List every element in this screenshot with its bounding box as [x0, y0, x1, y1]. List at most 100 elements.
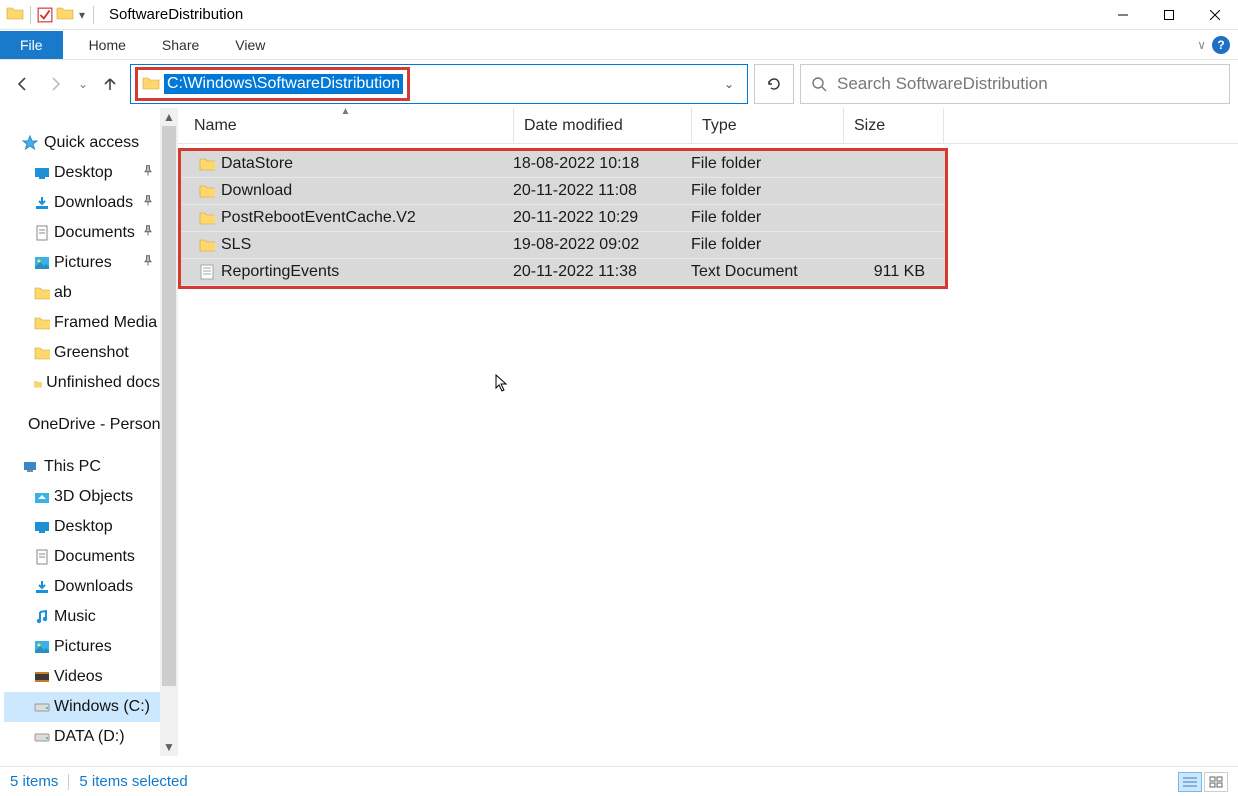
file-date: 20-11-2022 11:08: [513, 182, 691, 200]
file-size: 911 KB: [843, 263, 931, 281]
maximize-button[interactable]: [1146, 0, 1192, 30]
ribbon-tab-share[interactable]: Share: [144, 31, 217, 59]
nav-scrollbar[interactable]: ▲ ▼: [160, 108, 178, 756]
search-icon: [811, 76, 827, 92]
address-path-text[interactable]: C:\Windows\SoftwareDistribution: [164, 74, 403, 94]
minimize-button[interactable]: [1100, 0, 1146, 30]
title-bar: ▾ SoftwareDistribution: [0, 0, 1238, 30]
tree-thispc[interactable]: This PC: [4, 452, 160, 482]
col-header-date[interactable]: Date modified: [514, 108, 692, 144]
ribbon-tab-view[interactable]: View: [217, 31, 283, 59]
tree-qa-item[interactable]: Framed Media: [4, 308, 160, 338]
tree-qa-item[interactable]: Downloads: [4, 188, 160, 218]
file-type: File folder: [691, 182, 843, 200]
downloads-icon: [34, 195, 50, 211]
tree-qa-item[interactable]: ab: [4, 278, 160, 308]
drive-icon: [34, 699, 50, 715]
nav-forward-button[interactable]: [42, 70, 70, 98]
address-dropdown-icon[interactable]: ⌄: [715, 77, 743, 91]
folder-icon: [34, 345, 50, 361]
qat-dropdown-icon[interactable]: ▾: [77, 8, 87, 22]
file-row[interactable]: DataStore 18-08-2022 10:18 File folder: [181, 151, 945, 178]
pin-icon: [142, 164, 154, 182]
search-placeholder: Search SoftwareDistribution: [837, 74, 1048, 94]
tree-pc-item[interactable]: Windows (C:): [4, 692, 160, 722]
folder-icon: [199, 237, 215, 253]
ribbon: File Home Share View ∨ ?: [0, 30, 1238, 60]
search-box[interactable]: Search SoftwareDistribution: [800, 64, 1230, 104]
file-name: Download: [221, 182, 292, 200]
col-header-type[interactable]: Type: [692, 108, 844, 144]
pictures-icon: [34, 255, 50, 271]
file-date: 19-08-2022 09:02: [513, 236, 691, 254]
ribbon-expand-icon[interactable]: ∨: [1197, 38, 1206, 52]
status-item-count: 5 items: [10, 773, 58, 790]
tree-quick-access[interactable]: Quick access: [4, 128, 160, 158]
scroll-up-icon[interactable]: ▲: [160, 108, 178, 126]
file-name: SLS: [221, 236, 251, 254]
file-row[interactable]: PostRebootEventCache.V2 20-11-2022 10:29…: [181, 205, 945, 232]
tree-pc-item[interactable]: Pictures: [4, 632, 160, 662]
mouse-cursor-icon: [495, 374, 511, 394]
thispc-icon: [22, 459, 38, 475]
tree-qa-item[interactable]: Pictures: [4, 248, 160, 278]
view-details-button[interactable]: [1178, 772, 1202, 792]
app-folder-icon: [6, 5, 24, 24]
ribbon-tab-home[interactable]: Home: [71, 31, 144, 59]
pin-icon: [142, 224, 154, 242]
folder-icon: [34, 315, 50, 331]
tree-qa-item[interactable]: Documents: [4, 218, 160, 248]
tree-qa-item[interactable]: Greenshot: [4, 338, 160, 368]
desktop-icon: [34, 519, 50, 535]
col-header-name[interactable]: ▲Name: [178, 108, 514, 144]
nav-up-button[interactable]: [96, 70, 124, 98]
tree-qa-item[interactable]: Desktop: [4, 158, 160, 188]
sort-asc-icon: ▲: [341, 106, 351, 117]
tree-pc-item[interactable]: Documents: [4, 542, 160, 572]
tree-pc-item[interactable]: Desktop: [4, 512, 160, 542]
col-header-size[interactable]: Size: [844, 108, 944, 144]
file-name: PostRebootEventCache.V2: [221, 209, 416, 227]
status-bar: 5 items 5 items selected: [0, 766, 1238, 796]
drive-icon: [34, 729, 50, 745]
nav-pane: Quick accessDesktopDownloadsDocumentsPic…: [0, 108, 178, 756]
address-highlight: C:\Windows\SoftwareDistribution: [135, 67, 410, 101]
3d-icon: [34, 489, 50, 505]
address-bar[interactable]: C:\Windows\SoftwareDistribution ⌄: [130, 64, 748, 104]
tree-pc-item[interactable]: DATA (D:): [4, 722, 160, 752]
folder-icon: [199, 210, 215, 226]
tree-pc-item[interactable]: 3D Objects: [4, 482, 160, 512]
nav-row: ⌄ C:\Windows\SoftwareDistribution ⌄ Sear…: [0, 60, 1238, 108]
ribbon-tab-file[interactable]: File: [0, 31, 63, 59]
file-type: File folder: [691, 209, 843, 227]
tree-pc-item[interactable]: Downloads: [4, 572, 160, 602]
help-button[interactable]: ?: [1212, 36, 1230, 54]
file-type: File folder: [691, 155, 843, 173]
star-icon: [22, 135, 38, 151]
refresh-button[interactable]: [754, 64, 794, 104]
tree-qa-item[interactable]: Unfinished docs: [4, 368, 160, 398]
qat-properties-icon[interactable]: [37, 7, 53, 23]
file-date: 20-11-2022 10:29: [513, 209, 691, 227]
file-row[interactable]: SLS 19-08-2022 09:02 File folder: [181, 232, 945, 259]
nav-history-dropdown[interactable]: ⌄: [76, 70, 90, 98]
tree-pc-item[interactable]: Videos: [4, 662, 160, 692]
desktop-icon: [34, 165, 50, 181]
file-date: 20-11-2022 11:38: [513, 263, 691, 281]
tree-pc-item[interactable]: Music: [4, 602, 160, 632]
tree-onedrive[interactable]: OneDrive - Personal: [4, 410, 160, 440]
qat-newfolder-icon[interactable]: [56, 5, 74, 24]
close-button[interactable]: [1192, 0, 1238, 30]
folder-icon: [199, 156, 215, 172]
file-row[interactable]: ReportingEvents 20-11-2022 11:38 Text Do…: [181, 259, 945, 286]
view-thumbnails-button[interactable]: [1204, 772, 1228, 792]
file-date: 18-08-2022 10:18: [513, 155, 691, 173]
scroll-thumb[interactable]: [162, 126, 176, 686]
scroll-down-icon[interactable]: ▼: [160, 738, 178, 756]
status-selected-count: 5 items selected: [79, 773, 187, 790]
file-list-area: ▲Name Date modified Type Size DataStore …: [178, 108, 1238, 756]
file-row[interactable]: Download 20-11-2022 11:08 File folder: [181, 178, 945, 205]
downloads-icon: [34, 579, 50, 595]
file-rows-selection: DataStore 18-08-2022 10:18 File folder D…: [178, 148, 948, 289]
nav-back-button[interactable]: [8, 70, 36, 98]
